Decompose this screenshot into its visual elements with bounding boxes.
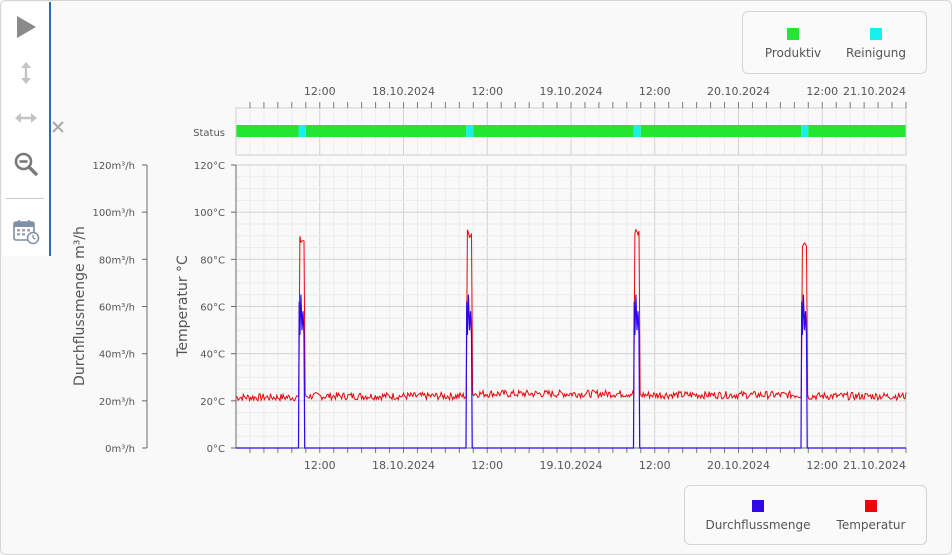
- left-y-tick-label: 0m³/h: [105, 444, 135, 455]
- top-x-axis: 12:00 18.10.2024 12:00 19.10.2024 12:00 20.10…: [249, 85, 907, 108]
- left-y-axis-title: Durchflussmenge m³/h: [72, 226, 88, 386]
- status-row-label: Status: [193, 128, 225, 139]
- status-segment-produktiv: [473, 125, 634, 137]
- chart-panel: Produktiv Reinigung Durchflussmenge Temp…: [0, 0, 952, 555]
- x-tick-label-bottom: 18.10.2024: [372, 459, 435, 472]
- left-y-tick-label: 120m³/h: [92, 161, 135, 172]
- right-y-tick-label: 60°C: [200, 303, 225, 314]
- left-y-tick-label: 80m³/h: [99, 255, 135, 266]
- status-bar: [236, 125, 906, 137]
- x-tick-label-bottom: 19.10.2024: [540, 459, 603, 472]
- x-tick-label-top: 21.10.2024: [843, 85, 906, 98]
- x-tick-label-top: 12:00: [639, 85, 671, 98]
- x-tick-label-bottom: 21.10.2024: [843, 459, 906, 472]
- x-tick-label-top: 12:00: [806, 85, 838, 98]
- status-segment-reinigung: [633, 125, 641, 137]
- right-y-tick-label: 20°C: [200, 397, 225, 408]
- left-y-tick-label: 60m³/h: [99, 303, 135, 314]
- x-tick-label-top: 18.10.2024: [372, 85, 435, 98]
- left-y-tick-label: 20m³/h: [99, 397, 135, 408]
- status-segment-reinigung: [298, 125, 306, 137]
- status-segment-produktiv: [236, 125, 299, 137]
- x-tick-label-bottom: 20.10.2024: [707, 459, 770, 472]
- x-tick-label-top: 12:00: [471, 85, 503, 98]
- plot-grid: [236, 165, 906, 448]
- x-tick-label-bottom: 12:00: [806, 459, 838, 472]
- status-segment-produktiv: [808, 125, 906, 137]
- right-y-tick-label: 100°C: [194, 208, 225, 219]
- x-tick-label-top: 19.10.2024: [540, 85, 603, 98]
- x-tick-label-bottom: 12:00: [639, 459, 671, 472]
- left-y-tick-label: 40m³/h: [99, 350, 135, 361]
- status-segment-produktiv: [640, 125, 802, 137]
- x-tick-label-bottom: 12:00: [304, 459, 336, 472]
- left-y-tick-label: 100m³/h: [92, 208, 135, 219]
- left-y-axis: 0m³/h 20m³/h 40m³/h 60m³/h 80m³/h 100m³/h 120m…: [92, 161, 147, 455]
- status-segment-produktiv: [305, 125, 467, 137]
- line-chart: Status 12:00 18.10.2024 12:00 19.10.2024 12:…: [72, 85, 907, 472]
- right-y-axis: 0°C 20°C 40°C 60°C 80°C 100°C 120°C: [194, 161, 236, 455]
- right-y-axis-title: Temperatur °C: [175, 255, 191, 358]
- status-segment-reinigung: [466, 125, 474, 137]
- right-y-tick-label: 0°C: [207, 444, 225, 455]
- bottom-x-axis: 12:00 18.10.2024 12:00 19.10.2024 12:00 20.10…: [249, 448, 907, 472]
- right-y-tick-label: 120°C: [194, 161, 225, 172]
- x-tick-label-bottom: 12:00: [471, 459, 503, 472]
- x-tick-label-top: 20.10.2024: [707, 85, 770, 98]
- right-y-tick-label: 40°C: [200, 350, 225, 361]
- x-tick-label-top: 12:00: [304, 85, 336, 98]
- right-y-tick-label: 80°C: [200, 255, 225, 266]
- status-segment-reinigung: [801, 125, 809, 137]
